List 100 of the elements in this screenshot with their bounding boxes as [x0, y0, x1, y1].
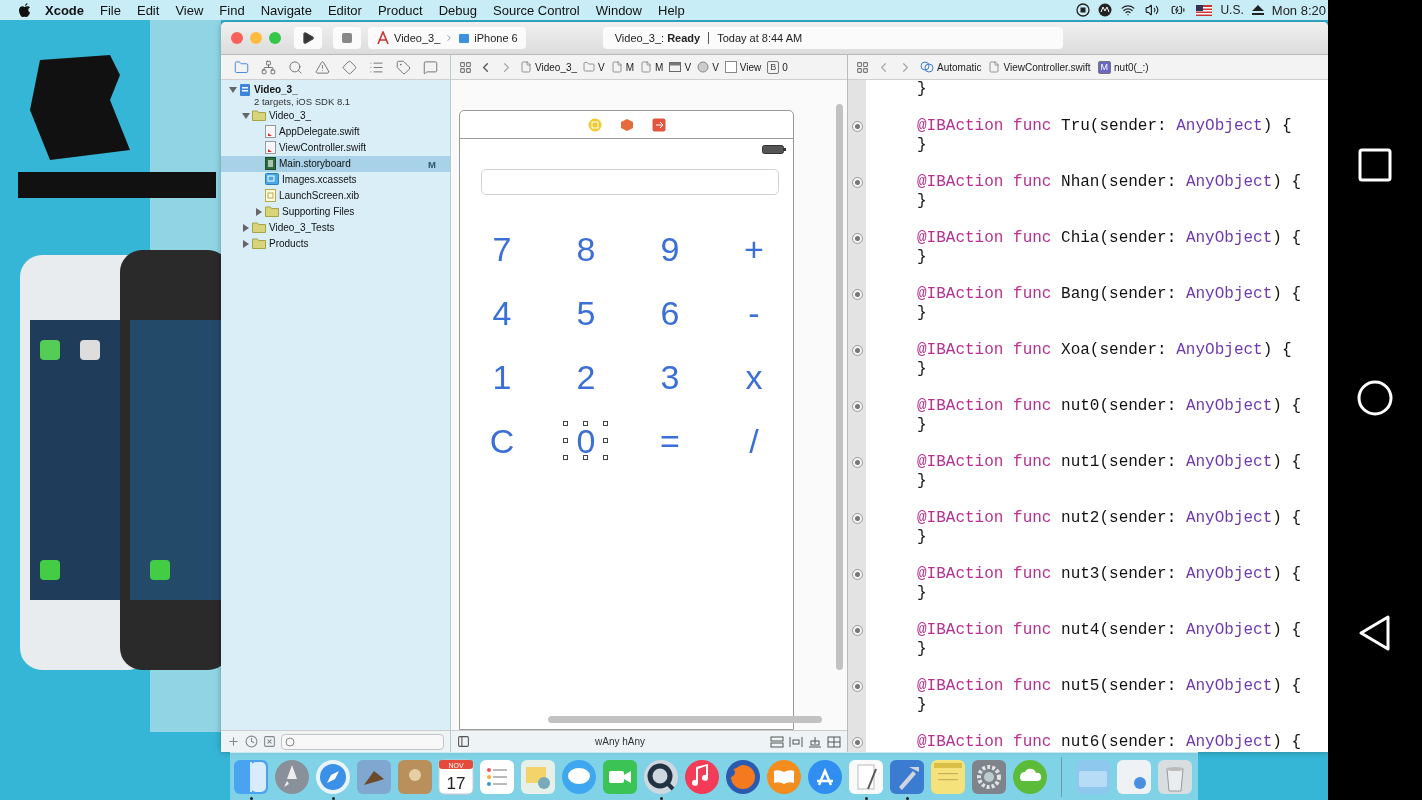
file-tree-item[interactable]: LaunchScreen.xib — [221, 188, 450, 204]
keypad-button[interactable]: 8 — [563, 229, 609, 269]
menu-item[interactable]: Navigate — [252, 2, 320, 18]
resolve-icon[interactable] — [827, 735, 841, 748]
menu-item[interactable]: View — [167, 2, 212, 18]
connection-circle-icon[interactable] — [851, 121, 863, 133]
eject-icon[interactable] — [1251, 4, 1264, 16]
connection-circle-icon[interactable] — [851, 289, 863, 301]
file-tree-item[interactable]: Products — [221, 236, 450, 252]
breadcrumb[interactable]: View — [724, 61, 762, 73]
scheme-selector[interactable]: Video_3_ iPhone 6 — [368, 27, 526, 49]
connection-circle-icon[interactable] — [851, 736, 863, 748]
stop-button[interactable] — [333, 27, 361, 49]
file-tree-item[interactable]: Video_3_Tests — [221, 220, 450, 236]
pin-icon[interactable] — [808, 735, 822, 748]
breadcrumb[interactable]: Video_3_ — [520, 61, 578, 73]
grid-icon[interactable] — [459, 60, 472, 74]
connection-circle-icon[interactable] — [851, 512, 863, 524]
file-tree-item[interactable]: Video_3_ 2 targets, iOS SDK 8.1 — [221, 82, 450, 108]
checklist-icon[interactable] — [479, 758, 515, 795]
app-menu[interactable]: Xcode — [37, 2, 92, 18]
connection-circle-icon[interactable] — [851, 624, 863, 636]
collapse-triangle-icon[interactable] — [242, 112, 250, 120]
magnifier-ring-icon[interactable] — [643, 758, 679, 795]
scrollbar[interactable] — [836, 104, 843, 670]
menu-item[interactable]: File — [92, 2, 129, 18]
compass-icon[interactable] — [315, 758, 351, 795]
keypad-button[interactable]: = — [647, 421, 693, 461]
connection-circle-icon[interactable] — [851, 456, 863, 468]
app-store-icon[interactable] — [807, 758, 843, 795]
keypad-button[interactable]: + — [731, 229, 777, 269]
filter-field[interactable] — [281, 733, 444, 750]
connection-circle-icon[interactable] — [851, 233, 863, 245]
menu-item[interactable]: Window — [587, 2, 650, 18]
breadcrumb[interactable]: M nut0(_:) — [1097, 60, 1149, 74]
collapse-triangle-icon[interactable] — [229, 86, 237, 94]
keypad-button[interactable]: x — [731, 357, 777, 397]
menu-item[interactable]: Help — [650, 2, 693, 18]
chat-bubble-icon[interactable] — [561, 758, 597, 795]
music-note-icon[interactable] — [684, 758, 720, 795]
breadcrumb[interactable]: B 0 — [767, 60, 788, 74]
volume-icon[interactable] — [1144, 3, 1161, 17]
breadcrumb[interactable]: V — [583, 61, 605, 73]
connection-circle-icon[interactable] — [851, 177, 863, 189]
bird-photo-icon[interactable] — [356, 758, 392, 795]
keypad-button[interactable]: / — [731, 421, 777, 461]
grid-icon[interactable] — [856, 60, 869, 74]
menu-item[interactable]: Product — [369, 2, 431, 18]
file-tree-item[interactable]: Main.storyboard M — [221, 156, 450, 172]
breadcrumb[interactable]: ViewController.swift — [988, 61, 1091, 73]
gear-badge-icon[interactable] — [1098, 3, 1113, 17]
menu-item[interactable]: Debug — [430, 2, 486, 18]
file-tree-item[interactable]: AppDelegate.swift — [221, 124, 450, 140]
open-book-icon[interactable] — [766, 758, 802, 795]
menu-item[interactable]: Editor — [319, 2, 370, 18]
keypad-button[interactable]: - — [731, 293, 777, 333]
wifi-icon[interactable] — [1120, 3, 1137, 17]
keypad-button[interactable]: 5 — [563, 293, 609, 333]
align-icon[interactable] — [789, 735, 803, 748]
record-icon[interactable] — [1076, 3, 1091, 17]
keyboard-layout[interactable]: U.S. — [1220, 3, 1244, 17]
gear-icon[interactable] — [971, 758, 1007, 795]
back-triangle-icon[interactable] — [1358, 613, 1392, 652]
stack-icon[interactable] — [770, 735, 784, 748]
keypad-button[interactable]: 2 — [563, 357, 609, 397]
apple-logo-icon[interactable] — [18, 2, 31, 18]
blueprint-hammer-icon[interactable] — [889, 758, 925, 795]
menu-item[interactable]: Edit — [128, 2, 168, 18]
home-circle-icon[interactable] — [1356, 379, 1394, 417]
close-box-icon[interactable] — [263, 735, 276, 748]
breadcrumb[interactable]: V — [697, 61, 719, 73]
breadcrumb[interactable]: M — [610, 61, 635, 73]
video-camera-icon[interactable] — [602, 758, 638, 795]
keypad-button[interactable]: 1 — [479, 357, 525, 397]
flag-icon[interactable] — [1196, 4, 1213, 16]
connection-circle-icon[interactable] — [851, 568, 863, 580]
connection-circle-icon[interactable] — [851, 401, 863, 412]
size-class-control[interactable]: wAny hAny — [595, 736, 645, 747]
menu-clock[interactable]: Mon 8:20 — [1271, 2, 1326, 18]
menu-item[interactable]: Find — [211, 2, 253, 18]
keypad-button[interactable]: 3 — [647, 357, 693, 397]
keypad-button[interactable]: 0 — [563, 421, 609, 461]
clock-icon[interactable] — [245, 735, 258, 748]
display-field[interactable] — [481, 169, 779, 195]
document-icon[interactable] — [1116, 758, 1152, 795]
file-tree-item[interactable]: Images.xcassets — [221, 172, 450, 188]
scrollbar[interactable] — [548, 716, 822, 723]
paper-pen-icon[interactable] — [848, 758, 884, 795]
connection-circle-icon[interactable] — [851, 345, 863, 356]
connection-circle-icon[interactable] — [851, 680, 863, 692]
keypad-button[interactable]: 4 — [479, 293, 525, 333]
breadcrumb[interactable]: V — [669, 61, 692, 73]
add-icon[interactable] — [227, 735, 240, 748]
cloud-icon[interactable] — [1012, 758, 1048, 795]
sidebar-icon[interactable] — [457, 735, 470, 748]
file-tree-item[interactable]: ViewController.swift — [221, 140, 450, 156]
keypad-button[interactable]: 6 — [647, 293, 693, 333]
photo-stack-icon[interactable] — [520, 758, 556, 795]
breadcrumb[interactable]: M — [640, 61, 664, 73]
face-icon[interactable] — [233, 758, 269, 795]
